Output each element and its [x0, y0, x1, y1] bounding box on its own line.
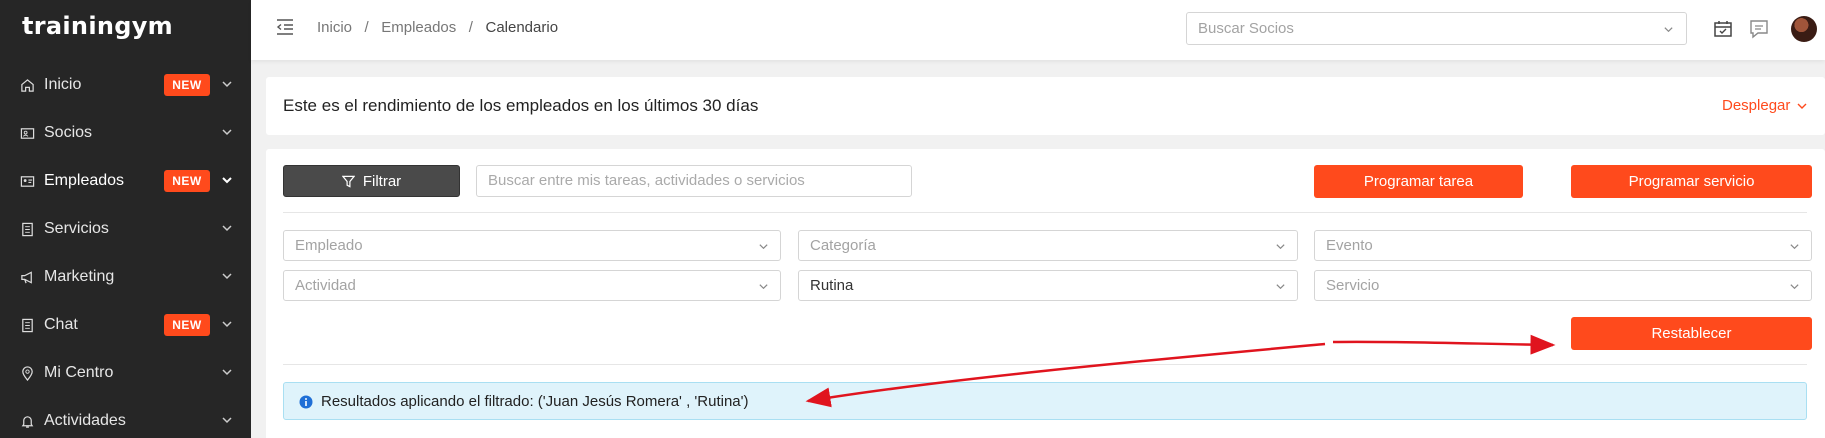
chevron-down-icon [1276, 244, 1285, 250]
divider [283, 212, 1807, 213]
app-logo[interactable]: trainingym [22, 12, 173, 40]
document-icon [19, 317, 35, 333]
sidebar-item-label: Socios [44, 124, 93, 141]
chevron-down-icon [1664, 27, 1673, 33]
chevron-down-icon [222, 177, 232, 184]
sidebar-item-label: Chat [44, 316, 78, 333]
filter-results-alert: Resultados aplicando el filtrado: ('Juan… [283, 382, 1807, 420]
home-icon [19, 77, 35, 93]
document-icon [19, 221, 35, 237]
megaphone-icon [19, 269, 35, 285]
rutina-select[interactable]: Rutina [798, 270, 1298, 301]
sidebar-item-chat[interactable]: Chat NEW [0, 301, 251, 349]
expand-label: Desplegar [1722, 97, 1791, 114]
sidebar-item-servicios[interactable]: Servicios [0, 205, 251, 253]
employee-card-icon [19, 173, 35, 189]
performance-banner: Este es el rendimiento de los empleados … [266, 77, 1825, 135]
id-card-icon [19, 125, 35, 141]
top-bar: Inicio / Empleados / Calendario Buscar S… [251, 0, 1825, 60]
divider [283, 364, 1807, 365]
chevron-down-icon [222, 81, 232, 88]
sidebar: trainingym Inicio NEW Socios Empleados N… [0, 0, 251, 438]
sidebar-item-marketing[interactable]: Marketing [0, 253, 251, 301]
breadcrumb-empleados[interactable]: Empleados [381, 19, 456, 36]
location-pin-icon [19, 365, 35, 381]
menu-collapse-icon[interactable] [275, 17, 295, 37]
evento-select[interactable]: Evento [1314, 230, 1812, 261]
calendar-icon[interactable] [1712, 18, 1734, 40]
chevron-down-icon [222, 417, 232, 424]
chevron-down-icon [222, 273, 232, 280]
expand-toggle[interactable]: Desplegar [1722, 97, 1808, 114]
chevron-down-icon [222, 129, 232, 136]
empleado-placeholder: Empleado [295, 237, 363, 254]
breadcrumb: Inicio / Empleados / Calendario [317, 19, 558, 36]
actividad-select[interactable]: Actividad [283, 270, 781, 301]
categoria-select[interactable]: Categoría [798, 230, 1298, 261]
chevron-down-icon [1790, 244, 1799, 250]
task-search-input[interactable]: Buscar entre mis tareas, actividades o s… [476, 165, 912, 197]
sidebar-item-label: Inicio [44, 76, 82, 93]
reset-button[interactable]: Restablecer [1571, 317, 1812, 350]
chevron-down-icon [759, 244, 768, 250]
servicio-select[interactable]: Servicio [1314, 270, 1812, 301]
chevron-down-icon [1276, 284, 1285, 290]
servicio-placeholder: Servicio [1326, 277, 1380, 294]
breadcrumb-calendario: Calendario [485, 19, 559, 36]
new-badge: NEW [164, 170, 210, 192]
new-badge: NEW [164, 314, 210, 336]
avatar[interactable] [1791, 16, 1817, 42]
sidebar-item-label: Servicios [44, 220, 109, 237]
chevron-down-icon [1790, 284, 1799, 290]
sidebar-item-label: Marketing [44, 268, 115, 285]
schedule-task-button[interactable]: Programar tarea [1314, 165, 1523, 198]
schedule-task-label: Programar tarea [1363, 173, 1474, 190]
schedule-service-label: Programar servicio [1628, 173, 1755, 190]
search-socios-placeholder: Buscar Socios [1198, 20, 1294, 37]
breadcrumb-inicio[interactable]: Inicio [317, 19, 352, 36]
chevron-down-icon [222, 369, 232, 376]
filter-button[interactable]: Filtrar [283, 165, 460, 197]
empleado-select[interactable]: Empleado [283, 230, 781, 261]
sidebar-item-mi-centro[interactable]: Mi Centro [0, 349, 251, 397]
info-icon [299, 395, 313, 409]
sidebar-item-socios[interactable]: Socios [0, 109, 251, 157]
task-search-placeholder: Buscar entre mis tareas, actividades o s… [488, 172, 805, 189]
schedule-service-button[interactable]: Programar servicio [1571, 165, 1812, 198]
sidebar-item-label: Mi Centro [44, 364, 114, 381]
reset-label: Restablecer [1651, 325, 1732, 342]
chevron-down-icon [1797, 103, 1807, 109]
evento-placeholder: Evento [1326, 237, 1373, 254]
sidebar-item-actividades[interactable]: Actividades [0, 397, 251, 438]
sidebar-item-label: Actividades [44, 412, 126, 429]
categoria-placeholder: Categoría [810, 237, 876, 254]
filter-button-label: Filtrar [362, 172, 402, 190]
sidebar-item-inicio[interactable]: Inicio NEW [0, 61, 251, 109]
chat-icon[interactable] [1748, 18, 1770, 40]
search-socios-select[interactable]: Buscar Socios [1186, 12, 1687, 45]
sidebar-item-empleados[interactable]: Empleados NEW [0, 157, 251, 205]
chevron-down-icon [222, 321, 232, 328]
filter-panel: Filtrar Buscar entre mis tareas, activid… [266, 149, 1825, 438]
funnel-icon [341, 175, 355, 188]
sidebar-item-label: Empleados [44, 172, 125, 189]
bell-icon [19, 413, 35, 429]
performance-message: Este es el rendimiento de los empleados … [283, 96, 759, 115]
new-badge: NEW [164, 74, 210, 96]
chevron-down-icon [222, 225, 232, 232]
chevron-down-icon [759, 284, 768, 290]
filter-results-text: Resultados aplicando el filtrado: ('Juan… [321, 393, 749, 410]
rutina-value: Rutina [810, 277, 854, 294]
actividad-placeholder: Actividad [295, 277, 356, 294]
